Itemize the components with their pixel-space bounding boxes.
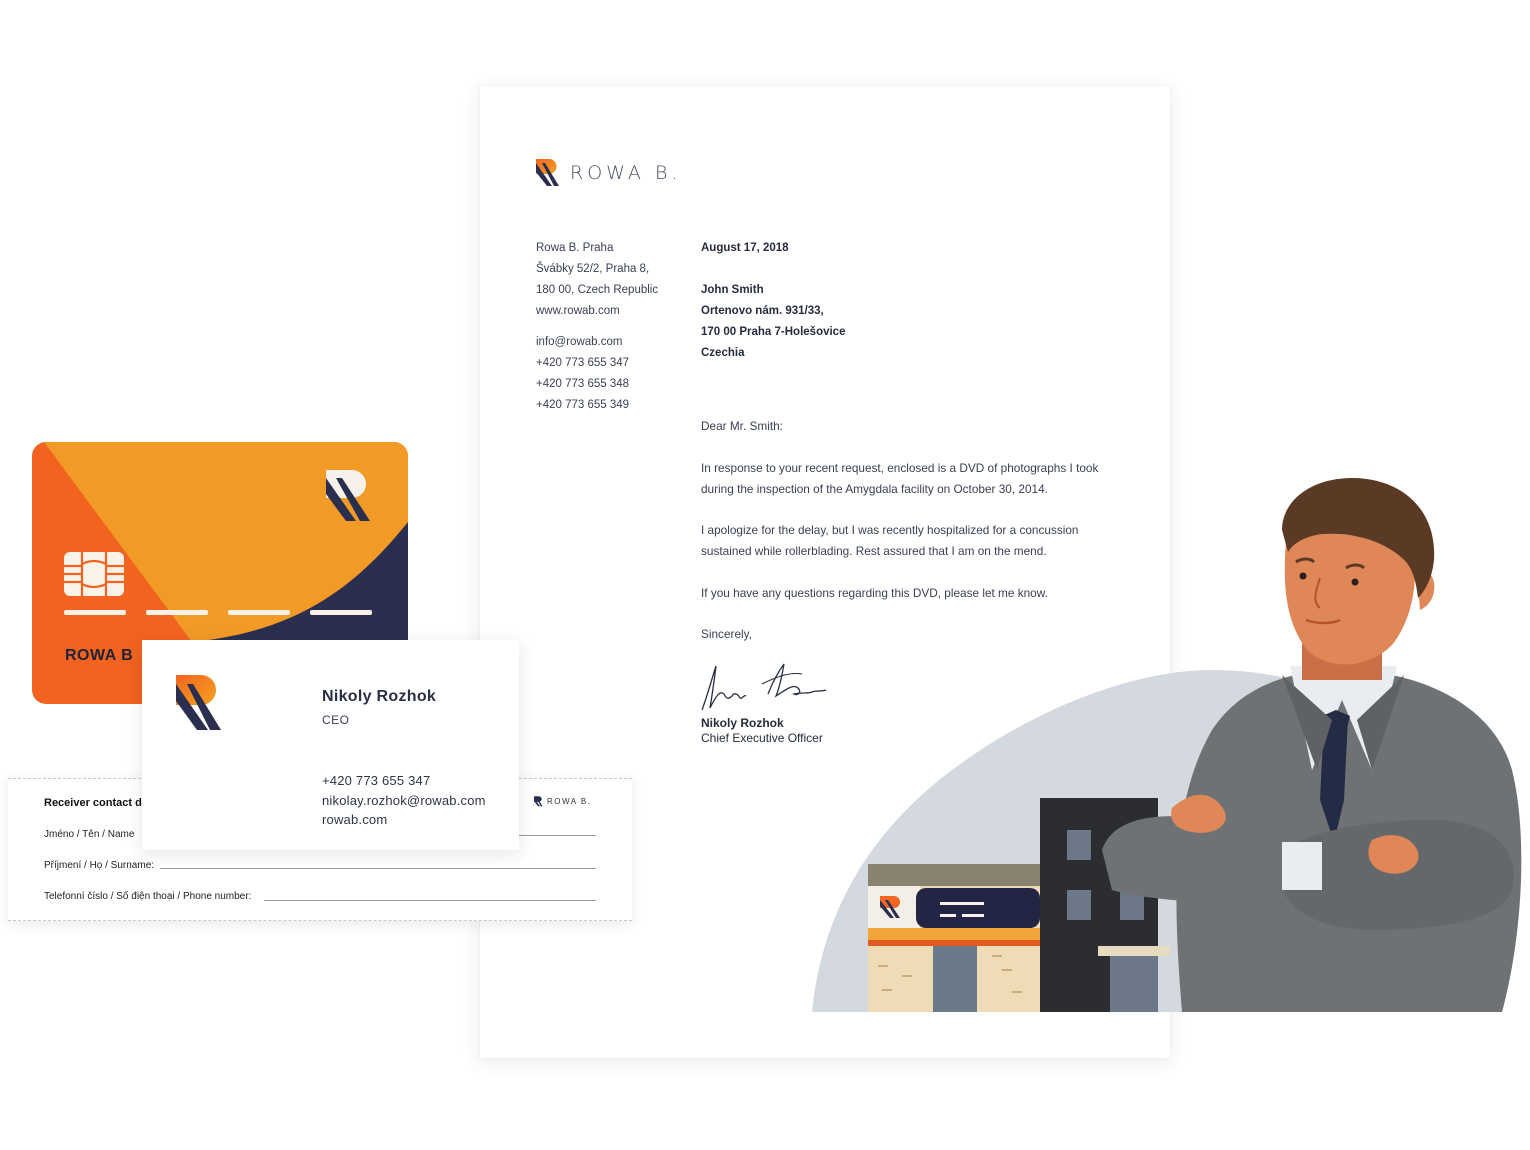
- recipient-block: August 17, 2018 John Smith Ortenovo nám.…: [701, 238, 845, 364]
- recipient-line: John Smith: [701, 284, 764, 296]
- sender-website[interactable]: www.rowab.com: [536, 301, 658, 322]
- sender-phone: +420 773 655 348: [536, 378, 630, 390]
- sender-phone: +420 773 655 347: [536, 357, 630, 369]
- bc-contact: +420 773 655 347 nikolay.rozhok@rowab.co…: [322, 771, 486, 830]
- recipient-line: Ortenovo nám. 931/33,: [701, 305, 824, 317]
- chip-icon: [64, 552, 124, 596]
- signer-title: Chief Executive Officer: [701, 731, 823, 745]
- businessman-illustration: [812, 478, 1522, 1012]
- salutation: Dear Mr. Smith:: [701, 419, 783, 433]
- form-brand: ROWA B.: [534, 796, 591, 807]
- bc-email[interactable]: nikolay.rozhok@rowab.com: [322, 791, 486, 811]
- card-label: ROWA B: [65, 647, 134, 664]
- bc-phone: +420 773 655 347: [322, 773, 431, 788]
- brand-name: ROWA B.: [570, 162, 682, 184]
- name-field-label: Jméno / Tên / Name: [44, 829, 135, 840]
- surname-field-label: Příjmení / Họ / Surname:: [44, 860, 155, 871]
- sender-email[interactable]: info@rowab.com: [536, 332, 658, 353]
- letter-date: August 17, 2018: [701, 242, 789, 254]
- surname-field-input[interactable]: [160, 868, 596, 869]
- sender-line: 180 00, Czech Republic: [536, 284, 659, 296]
- form-brand-name: ROWA B.: [547, 797, 592, 806]
- sender-phone: +420 773 655 349: [536, 399, 630, 411]
- sender-line: Švábky 52/2, Praha 8,: [536, 263, 650, 275]
- bc-name: Nikoly Rozhok: [322, 688, 437, 705]
- sender-line: Rowa B. Praha: [536, 242, 614, 254]
- recipient-line: Czechia: [701, 347, 745, 359]
- rowab-logo-icon: [326, 470, 370, 521]
- letter-brand: ROWA B.: [536, 158, 681, 188]
- rowab-logo-icon: [176, 675, 221, 730]
- sender-address: Rowa B. Praha Švábky 52/2, Praha 8, 180 …: [536, 238, 658, 416]
- signer-block: Nikoly Rozhok Chief Executive Officer: [701, 716, 823, 746]
- phone-field-label: Telefonní číslo / Số điện thoại / Phone …: [44, 891, 252, 902]
- form-title: Receiver contact de: [44, 797, 148, 809]
- rowab-logo-icon: [536, 159, 559, 186]
- recipient-line: 170 00 Praha 7-Holešovice: [701, 326, 846, 338]
- bc-website[interactable]: rowab.com: [322, 810, 486, 830]
- card-number-placeholder: [64, 610, 372, 615]
- business-card: Nikoly Rozhok CEO +420 773 655 347 nikol…: [142, 640, 519, 850]
- bc-title: CEO: [322, 713, 350, 727]
- phone-field-input[interactable]: [264, 900, 596, 901]
- low-building-icon: [868, 864, 1043, 1012]
- rowab-logo-icon: [534, 796, 543, 807]
- perforation-bottom: [8, 920, 632, 921]
- signer-name: Nikoly Rozhok: [701, 716, 784, 730]
- name-field-input[interactable]: [518, 835, 596, 836]
